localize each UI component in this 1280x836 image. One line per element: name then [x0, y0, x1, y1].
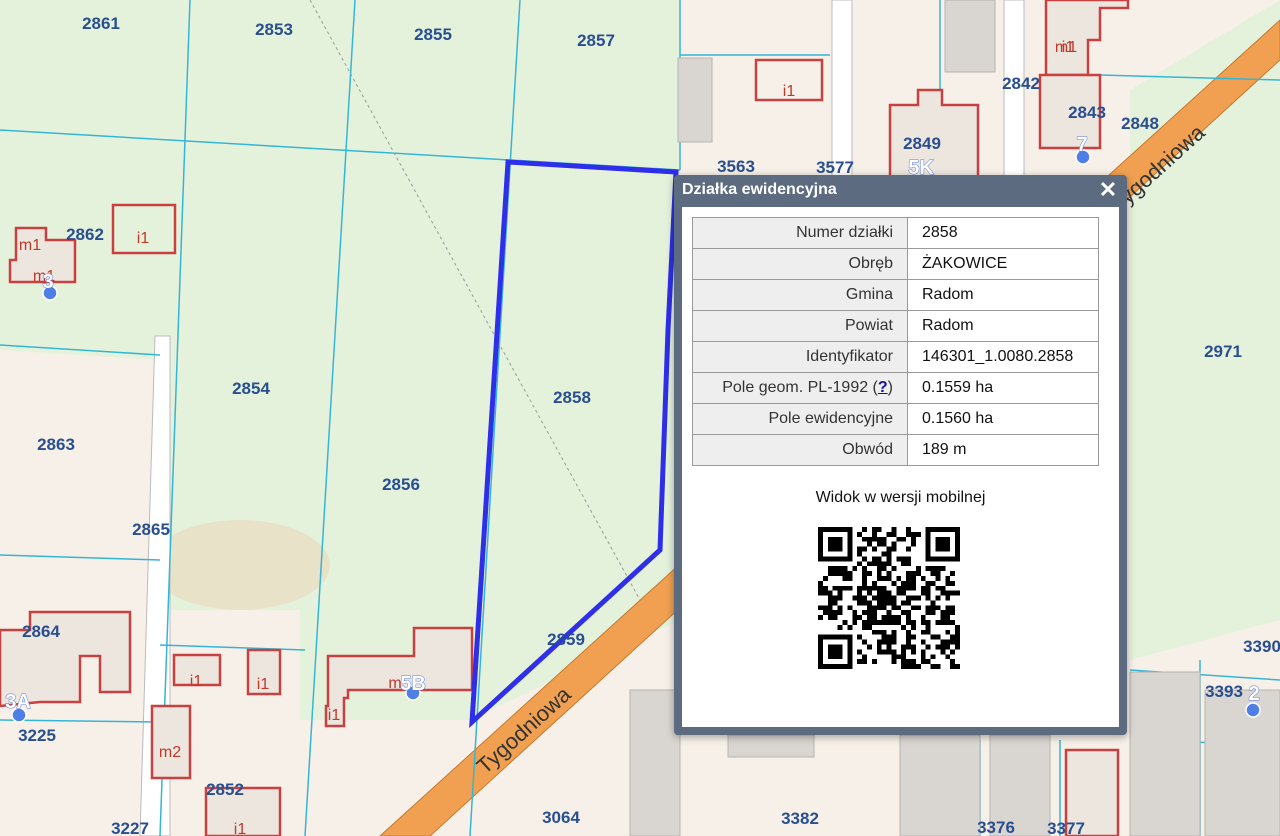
info-label: Gmina [692, 279, 908, 311]
parcel-number-label: 2862 [66, 225, 104, 244]
building-type-label: i1 [328, 707, 341, 724]
parcel-number-label: 2865 [132, 520, 170, 539]
building-type-label: i1 [783, 83, 796, 100]
info-label: Pole ewidencyjne [692, 403, 908, 435]
building-type-label: i1 [190, 673, 203, 690]
parcel-number-label: 3563 [717, 157, 755, 176]
building-type-label: m1 [1055, 39, 1077, 56]
parcel-number-label: 3390 [1243, 637, 1280, 656]
side-road [831, 0, 853, 181]
popup-title: Działka ewidencyjna [682, 181, 837, 198]
parcel-number-label: 2842 [1002, 74, 1040, 93]
info-value: 2858 [907, 217, 1099, 249]
parcel-number-label: 2864 [22, 622, 60, 641]
parcel-number-label: 3376 [977, 818, 1015, 836]
info-row: Obwód 189 m [692, 434, 1099, 466]
parcel-number-label: 2853 [255, 20, 293, 39]
parcel-info-table: Numer działki 2858 Obręb ŻAKOWICE Gmina Radom… [692, 217, 1099, 466]
parcel-number-label: 3377 [1047, 819, 1085, 836]
parcel-number-label: 2857 [577, 31, 615, 50]
info-row: Obręb ŻAKOWICE [692, 248, 1099, 280]
help-link[interactable]: ? [878, 379, 888, 396]
house-number-label: 3 [42, 271, 53, 293]
building-type-label: i1 [137, 230, 150, 247]
house-number-label: 5B [400, 673, 426, 695]
info-label: Pole geom. PL-1992 (?) [692, 372, 908, 404]
info-value: Radom [907, 279, 1099, 311]
info-label: Obwód [692, 434, 908, 466]
info-value: 189 m [907, 434, 1099, 466]
parcel-number-label: 2849 [903, 134, 941, 153]
house-number-label: 2 [1248, 683, 1259, 705]
qr-code-icon[interactable] [818, 527, 960, 669]
building-type-label: i1 [234, 821, 247, 836]
info-row: Numer działki 2858 [692, 217, 1099, 249]
info-row: Powiat Radom [692, 310, 1099, 342]
parcel-number-label: 2855 [414, 25, 452, 44]
info-value: 0.1560 ha [907, 403, 1099, 435]
info-row: Pole geom. PL-1992 (?) 0.1559 ha [692, 372, 1099, 404]
info-label: Powiat [692, 310, 908, 342]
parcel-number-label: 2858 [553, 388, 591, 407]
parcel-number-label: 2848 [1121, 114, 1159, 133]
close-icon[interactable]: ✕ [1097, 177, 1119, 203]
house-number-label: 3A [5, 691, 31, 713]
parcel-number-label: 3064 [542, 808, 580, 827]
parcel-number-label: 2843 [1068, 103, 1106, 122]
info-value: ŻAKOWICE [907, 248, 1099, 280]
info-value: 0.1559 ha [907, 372, 1099, 404]
info-label: Numer działki [692, 217, 908, 249]
parcel-number-label: 3227 [111, 819, 149, 836]
house-number-label: 7 [1076, 134, 1087, 156]
info-label: Identyfikator [692, 341, 908, 373]
parcel-number-label: 2971 [1204, 342, 1242, 361]
parcel-number-label: 2856 [382, 475, 420, 494]
parcel-number-label: 3225 [18, 726, 56, 745]
parcel-number-label: 2863 [37, 435, 75, 454]
parcel-info-popup: Działka ewidencyjna ✕ Numer działki 2858 O… [674, 175, 1127, 735]
parcel-number-label: 2852 [206, 780, 244, 799]
info-row: Gmina Radom [692, 279, 1099, 311]
building-type-label: m1 [19, 237, 41, 254]
popup-body: Numer działki 2858 Obręb ŻAKOWICE Gmina Radom… [682, 207, 1119, 727]
parcel-number-label: 3382 [781, 809, 819, 828]
info-label-text: ) [887, 379, 893, 396]
parcel-number-label: 2861 [82, 14, 120, 33]
info-label: Obręb [692, 248, 908, 280]
parcel-number-label: 3393 [1205, 682, 1243, 701]
mobile-version-caption: Widok w wersji mobilnej [815, 489, 986, 506]
sand-area [150, 520, 330, 610]
info-row: Identyfikator 146301_1.0080.2858 [692, 341, 1099, 373]
info-row: Pole ewidencyjne 0.1560 ha [692, 403, 1099, 435]
info-value: Radom [907, 310, 1099, 342]
building-type-label: i1 [257, 676, 270, 693]
info-value: 146301_1.0080.2858 [907, 341, 1099, 373]
info-label-text: Pole geom. PL-1992 ( [722, 379, 878, 396]
parcel-number-label: 2859 [547, 630, 585, 649]
building-type-label: m2 [159, 744, 181, 761]
parcel-number-label: 2854 [232, 379, 270, 398]
